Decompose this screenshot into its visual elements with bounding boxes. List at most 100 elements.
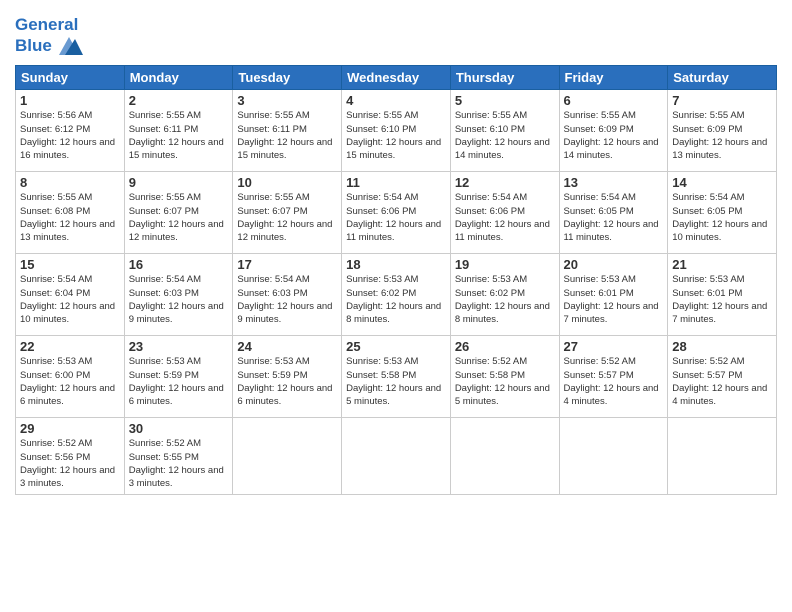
- header: General Blue: [15, 10, 777, 57]
- header-tuesday: Tuesday: [233, 66, 342, 90]
- day-cell: 7 Sunrise: 5:55 AM Sunset: 6:09 PM Dayli…: [668, 90, 777, 172]
- day-cell: 28 Sunrise: 5:52 AM Sunset: 5:57 PM Dayl…: [668, 336, 777, 418]
- day-info: Sunrise: 5:52 AM Sunset: 5:57 PM Dayligh…: [564, 355, 664, 408]
- logo-text: General Blue: [15, 15, 83, 57]
- header-sunday: Sunday: [16, 66, 125, 90]
- day-info: Sunrise: 5:55 AM Sunset: 6:09 PM Dayligh…: [564, 109, 664, 162]
- week-row-3: 15 Sunrise: 5:54 AM Sunset: 6:04 PM Dayl…: [16, 254, 777, 336]
- day-number: 6: [564, 93, 664, 108]
- day-number: 24: [237, 339, 337, 354]
- day-cell: [450, 418, 559, 494]
- day-info: Sunrise: 5:52 AM Sunset: 5:56 PM Dayligh…: [20, 437, 120, 490]
- calendar-container: General Blue Sunday Monday Tuesday We: [0, 0, 792, 612]
- day-info: Sunrise: 5:54 AM Sunset: 6:03 PM Dayligh…: [237, 273, 337, 326]
- day-number: 21: [672, 257, 772, 272]
- day-cell: 23 Sunrise: 5:53 AM Sunset: 5:59 PM Dayl…: [124, 336, 233, 418]
- day-number: 19: [455, 257, 555, 272]
- day-cell: 6 Sunrise: 5:55 AM Sunset: 6:09 PM Dayli…: [559, 90, 668, 172]
- day-info: Sunrise: 5:53 AM Sunset: 6:00 PM Dayligh…: [20, 355, 120, 408]
- day-info: Sunrise: 5:55 AM Sunset: 6:10 PM Dayligh…: [346, 109, 446, 162]
- day-cell: 25 Sunrise: 5:53 AM Sunset: 5:58 PM Dayl…: [342, 336, 451, 418]
- day-cell: 9 Sunrise: 5:55 AM Sunset: 6:07 PM Dayli…: [124, 172, 233, 254]
- logo: General Blue: [15, 15, 83, 57]
- day-number: 5: [455, 93, 555, 108]
- day-info: Sunrise: 5:54 AM Sunset: 6:06 PM Dayligh…: [346, 191, 446, 244]
- day-number: 29: [20, 421, 120, 436]
- day-number: 13: [564, 175, 664, 190]
- day-info: Sunrise: 5:54 AM Sunset: 6:05 PM Dayligh…: [672, 191, 772, 244]
- day-number: 9: [129, 175, 229, 190]
- day-number: 4: [346, 93, 446, 108]
- day-number: 20: [564, 257, 664, 272]
- day-info: Sunrise: 5:54 AM Sunset: 6:05 PM Dayligh…: [564, 191, 664, 244]
- day-cell: 20 Sunrise: 5:53 AM Sunset: 6:01 PM Dayl…: [559, 254, 668, 336]
- day-info: Sunrise: 5:54 AM Sunset: 6:04 PM Dayligh…: [20, 273, 120, 326]
- day-cell: 12 Sunrise: 5:54 AM Sunset: 6:06 PM Dayl…: [450, 172, 559, 254]
- day-info: Sunrise: 5:52 AM Sunset: 5:58 PM Dayligh…: [455, 355, 555, 408]
- day-number: 27: [564, 339, 664, 354]
- day-cell: 30 Sunrise: 5:52 AM Sunset: 5:55 PM Dayl…: [124, 418, 233, 494]
- day-cell: [342, 418, 451, 494]
- day-info: Sunrise: 5:55 AM Sunset: 6:07 PM Dayligh…: [129, 191, 229, 244]
- header-thursday: Thursday: [450, 66, 559, 90]
- day-number: 10: [237, 175, 337, 190]
- header-saturday: Saturday: [668, 66, 777, 90]
- day-cell: 14 Sunrise: 5:54 AM Sunset: 6:05 PM Dayl…: [668, 172, 777, 254]
- day-number: 2: [129, 93, 229, 108]
- header-friday: Friday: [559, 66, 668, 90]
- day-info: Sunrise: 5:53 AM Sunset: 5:58 PM Dayligh…: [346, 355, 446, 408]
- day-info: Sunrise: 5:53 AM Sunset: 6:02 PM Dayligh…: [346, 273, 446, 326]
- day-info: Sunrise: 5:53 AM Sunset: 6:01 PM Dayligh…: [564, 273, 664, 326]
- day-info: Sunrise: 5:54 AM Sunset: 6:06 PM Dayligh…: [455, 191, 555, 244]
- day-cell: 1 Sunrise: 5:56 AM Sunset: 6:12 PM Dayli…: [16, 90, 125, 172]
- day-cell: 11 Sunrise: 5:54 AM Sunset: 6:06 PM Dayl…: [342, 172, 451, 254]
- day-info: Sunrise: 5:55 AM Sunset: 6:11 PM Dayligh…: [237, 109, 337, 162]
- day-cell: [668, 418, 777, 494]
- weekday-header-row: Sunday Monday Tuesday Wednesday Thursday…: [16, 66, 777, 90]
- day-number: 26: [455, 339, 555, 354]
- day-info: Sunrise: 5:55 AM Sunset: 6:07 PM Dayligh…: [237, 191, 337, 244]
- day-info: Sunrise: 5:52 AM Sunset: 5:57 PM Dayligh…: [672, 355, 772, 408]
- day-cell: 17 Sunrise: 5:54 AM Sunset: 6:03 PM Dayl…: [233, 254, 342, 336]
- day-number: 25: [346, 339, 446, 354]
- day-info: Sunrise: 5:54 AM Sunset: 6:03 PM Dayligh…: [129, 273, 229, 326]
- day-info: Sunrise: 5:53 AM Sunset: 6:02 PM Dayligh…: [455, 273, 555, 326]
- day-cell: 26 Sunrise: 5:52 AM Sunset: 5:58 PM Dayl…: [450, 336, 559, 418]
- day-info: Sunrise: 5:55 AM Sunset: 6:09 PM Dayligh…: [672, 109, 772, 162]
- day-info: Sunrise: 5:53 AM Sunset: 5:59 PM Dayligh…: [129, 355, 229, 408]
- day-number: 18: [346, 257, 446, 272]
- day-number: 7: [672, 93, 772, 108]
- day-cell: 22 Sunrise: 5:53 AM Sunset: 6:00 PM Dayl…: [16, 336, 125, 418]
- day-cell: 8 Sunrise: 5:55 AM Sunset: 6:08 PM Dayli…: [16, 172, 125, 254]
- day-info: Sunrise: 5:56 AM Sunset: 6:12 PM Dayligh…: [20, 109, 120, 162]
- day-cell: 3 Sunrise: 5:55 AM Sunset: 6:11 PM Dayli…: [233, 90, 342, 172]
- week-row-5: 29 Sunrise: 5:52 AM Sunset: 5:56 PM Dayl…: [16, 418, 777, 494]
- day-number: 17: [237, 257, 337, 272]
- week-row-4: 22 Sunrise: 5:53 AM Sunset: 6:00 PM Dayl…: [16, 336, 777, 418]
- day-number: 30: [129, 421, 229, 436]
- day-cell: 27 Sunrise: 5:52 AM Sunset: 5:57 PM Dayl…: [559, 336, 668, 418]
- week-row-2: 8 Sunrise: 5:55 AM Sunset: 6:08 PM Dayli…: [16, 172, 777, 254]
- day-info: Sunrise: 5:52 AM Sunset: 5:55 PM Dayligh…: [129, 437, 229, 490]
- day-number: 1: [20, 93, 120, 108]
- day-number: 22: [20, 339, 120, 354]
- day-cell: 29 Sunrise: 5:52 AM Sunset: 5:56 PM Dayl…: [16, 418, 125, 494]
- day-number: 28: [672, 339, 772, 354]
- day-cell: 4 Sunrise: 5:55 AM Sunset: 6:10 PM Dayli…: [342, 90, 451, 172]
- day-info: Sunrise: 5:53 AM Sunset: 5:59 PM Dayligh…: [237, 355, 337, 408]
- day-cell: [233, 418, 342, 494]
- day-cell: 5 Sunrise: 5:55 AM Sunset: 6:10 PM Dayli…: [450, 90, 559, 172]
- day-info: Sunrise: 5:55 AM Sunset: 6:10 PM Dayligh…: [455, 109, 555, 162]
- day-number: 15: [20, 257, 120, 272]
- day-cell: 18 Sunrise: 5:53 AM Sunset: 6:02 PM Dayl…: [342, 254, 451, 336]
- day-cell: 24 Sunrise: 5:53 AM Sunset: 5:59 PM Dayl…: [233, 336, 342, 418]
- day-cell: 19 Sunrise: 5:53 AM Sunset: 6:02 PM Dayl…: [450, 254, 559, 336]
- day-number: 3: [237, 93, 337, 108]
- day-number: 16: [129, 257, 229, 272]
- day-number: 14: [672, 175, 772, 190]
- day-info: Sunrise: 5:53 AM Sunset: 6:01 PM Dayligh…: [672, 273, 772, 326]
- logo-icon: [55, 35, 83, 57]
- calendar-table: Sunday Monday Tuesday Wednesday Thursday…: [15, 65, 777, 494]
- day-number: 11: [346, 175, 446, 190]
- day-cell: 16 Sunrise: 5:54 AM Sunset: 6:03 PM Dayl…: [124, 254, 233, 336]
